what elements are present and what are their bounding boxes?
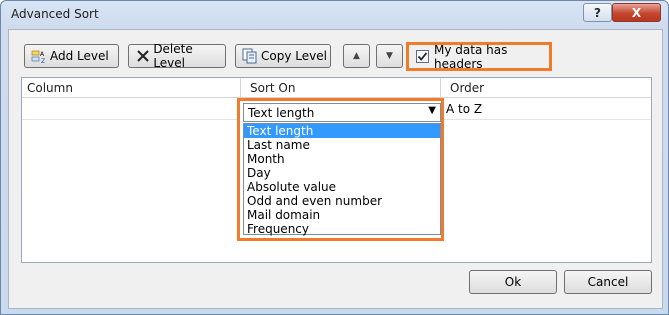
header-divider <box>440 78 441 98</box>
option-absolute-value[interactable]: Absolute value <box>244 180 440 194</box>
copy-level-icon <box>242 48 258 64</box>
copy-level-label: Copy Level <box>261 49 327 63</box>
headers-checkbox-label[interactable]: My data has headers <box>434 43 549 71</box>
cancel-label: Cancel <box>587 275 629 289</box>
arrow-up-icon: ▲ <box>353 51 360 61</box>
advanced-sort-dialog: Advanced Sort ? X A Z Add Level Delete L… <box>0 0 669 315</box>
delete-level-icon <box>135 48 150 64</box>
sort-on-header: Sort On <box>250 81 296 95</box>
headers-checkbox-highlight: My data has headers <box>406 42 552 71</box>
sort-on-dropdown-highlight: Text length ▼ Text length Last name Mont… <box>237 98 444 241</box>
move-up-button[interactable]: ▲ <box>343 44 370 68</box>
add-level-label: Add Level <box>50 49 109 63</box>
cancel-button[interactable]: Cancel <box>564 270 652 294</box>
help-icon: ? <box>594 5 601 20</box>
grid-header: Column Sort On Order <box>22 78 651 98</box>
sort-on-select[interactable]: Text length ▼ <box>243 103 441 122</box>
add-level-icon: A Z <box>31 48 47 64</box>
window-title: Advanced Sort <box>11 7 99 21</box>
dropdown-arrow-icon[interactable]: ▼ <box>428 105 436 116</box>
header-divider <box>240 78 241 98</box>
delete-level-label: Delete Level <box>153 42 193 70</box>
delete-level-button[interactable]: Delete Level <box>128 42 226 70</box>
arrow-down-icon: ▼ <box>386 51 393 61</box>
sort-on-options-list: Text length Last name Month Day Absolute… <box>243 123 441 236</box>
close-icon: X <box>631 5 642 20</box>
ok-label: Ok <box>504 275 522 289</box>
title-bar: Advanced Sort ? X <box>1 1 668 29</box>
option-frequency[interactable]: Frequency <box>244 222 440 236</box>
ok-button[interactable]: Ok <box>469 270 557 294</box>
option-last-name[interactable]: Last name <box>244 138 440 152</box>
order-value[interactable]: A to Z <box>446 102 482 116</box>
headers-checkbox[interactable] <box>416 50 429 63</box>
dialog-body: A Z Add Level Delete Level Copy Level ▲ … <box>8 29 663 309</box>
svg-text:Z: Z <box>41 58 45 64</box>
svg-text:A: A <box>40 51 45 58</box>
option-odd-even-number[interactable]: Odd and even number <box>244 194 440 208</box>
option-mail-domain[interactable]: Mail domain <box>244 208 440 222</box>
move-down-button[interactable]: ▼ <box>376 44 403 68</box>
option-text-length[interactable]: Text length <box>244 124 440 138</box>
close-button[interactable]: X <box>612 3 661 22</box>
column-header: Column <box>27 81 73 95</box>
option-month[interactable]: Month <box>244 152 440 166</box>
help-button[interactable]: ? <box>583 3 612 22</box>
add-level-button[interactable]: A Z Add Level <box>24 44 119 68</box>
option-day[interactable]: Day <box>244 166 440 180</box>
order-header: Order <box>450 81 485 95</box>
copy-level-button[interactable]: Copy Level <box>235 44 331 68</box>
sort-on-selected-value: Text length <box>248 105 315 120</box>
checkmark-icon <box>417 52 428 61</box>
